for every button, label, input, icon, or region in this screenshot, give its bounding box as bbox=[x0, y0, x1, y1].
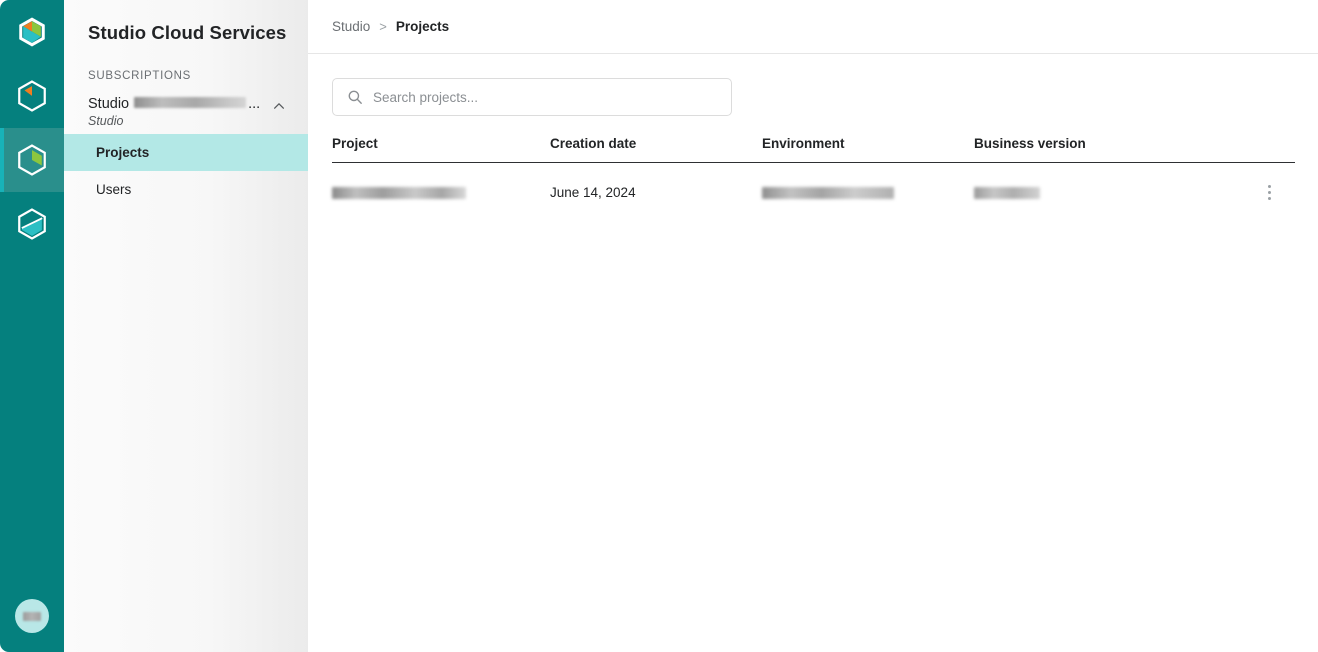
hexagon-green-icon bbox=[18, 144, 46, 176]
breadcrumb-separator-icon: > bbox=[379, 19, 387, 34]
projects-table-head: Project Creation date Environment Busine… bbox=[332, 136, 1295, 163]
avatar-redacted-content bbox=[23, 611, 41, 621]
rail-item-studio[interactable] bbox=[0, 0, 64, 64]
subscription-name-ellipsis: ... bbox=[248, 96, 261, 112]
projects-table: Project Creation date Environment Busine… bbox=[332, 136, 1295, 205]
search-projects-box[interactable] bbox=[332, 78, 732, 116]
subscription-item[interactable]: Studio ... Studio bbox=[64, 82, 308, 134]
column-header-project[interactable]: Project bbox=[332, 136, 550, 163]
sidebar-item-projects-label: Projects bbox=[96, 145, 150, 160]
subscription-type: Studio bbox=[88, 114, 124, 128]
search-icon bbox=[348, 90, 362, 104]
chevron-up-icon[interactable] bbox=[272, 99, 286, 113]
kebab-dot-3 bbox=[1267, 196, 1271, 200]
breadcrumb-current: Projects bbox=[395, 19, 450, 34]
cell-creation-date: June 14, 2024 bbox=[550, 184, 636, 200]
subscription-name-redacted bbox=[134, 97, 247, 108]
sidebar-item-projects[interactable]: Projects bbox=[64, 134, 308, 171]
subscription-name-row: Studio ... bbox=[88, 96, 278, 112]
column-header-creation-date[interactable]: Creation date bbox=[550, 136, 762, 163]
avatar bbox=[15, 599, 49, 633]
column-header-environment[interactable]: Environment bbox=[762, 136, 974, 163]
sidebar-title: Studio Cloud Services bbox=[88, 22, 287, 43]
cell-environment bbox=[762, 163, 974, 206]
kebab-dot-2 bbox=[1267, 190, 1271, 194]
sidebar-item-users-label: Users bbox=[96, 182, 132, 197]
column-header-actions bbox=[1256, 136, 1295, 163]
projects-panel: Project Creation date Environment Busine… bbox=[308, 54, 1318, 205]
rail-item-monitoring[interactable] bbox=[0, 192, 64, 256]
project-name-redacted bbox=[332, 186, 466, 199]
rail-item-cloud-services[interactable] bbox=[0, 128, 64, 192]
sidebar-section-subscriptions: SUBSCRIPTIONS bbox=[88, 70, 192, 82]
cell-business-version bbox=[974, 163, 1256, 206]
search-input[interactable] bbox=[373, 89, 703, 105]
sidebar-item-users[interactable]: Users bbox=[64, 171, 308, 208]
subscription-name-prefix: Studio bbox=[88, 96, 130, 112]
kebab-menu-icon[interactable] bbox=[1256, 179, 1282, 205]
rail-avatar-button[interactable] bbox=[0, 580, 64, 652]
breadcrumb-root[interactable]: Studio bbox=[332, 19, 370, 34]
column-header-business-version[interactable]: Business version bbox=[974, 136, 1256, 163]
cell-project bbox=[332, 163, 550, 206]
rail-spacer bbox=[0, 256, 64, 580]
projects-table-body: June 14, 2024 bbox=[332, 163, 1295, 206]
rail-item-designer[interactable] bbox=[0, 64, 64, 128]
hexagon-orange-icon bbox=[18, 80, 46, 112]
sidebar: Studio Cloud Services SUBSCRIPTIONS Stud… bbox=[64, 0, 308, 652]
main-content: Studio > Projects Project bbox=[308, 0, 1318, 652]
hexagon-cyan-icon bbox=[18, 208, 46, 240]
cell-actions bbox=[1256, 163, 1295, 206]
icon-rail bbox=[0, 0, 64, 652]
studio-logo-icon bbox=[19, 17, 45, 47]
table-header-row: Project Creation date Environment Busine… bbox=[332, 136, 1295, 163]
kebab-dot-1 bbox=[1267, 184, 1271, 188]
app-root: Studio Cloud Services SUBSCRIPTIONS Stud… bbox=[0, 0, 1318, 652]
breadcrumb: Studio > Projects bbox=[308, 0, 1318, 54]
table-row[interactable]: June 14, 2024 bbox=[332, 163, 1295, 206]
business-version-redacted bbox=[974, 186, 1040, 199]
environment-redacted bbox=[762, 186, 894, 199]
